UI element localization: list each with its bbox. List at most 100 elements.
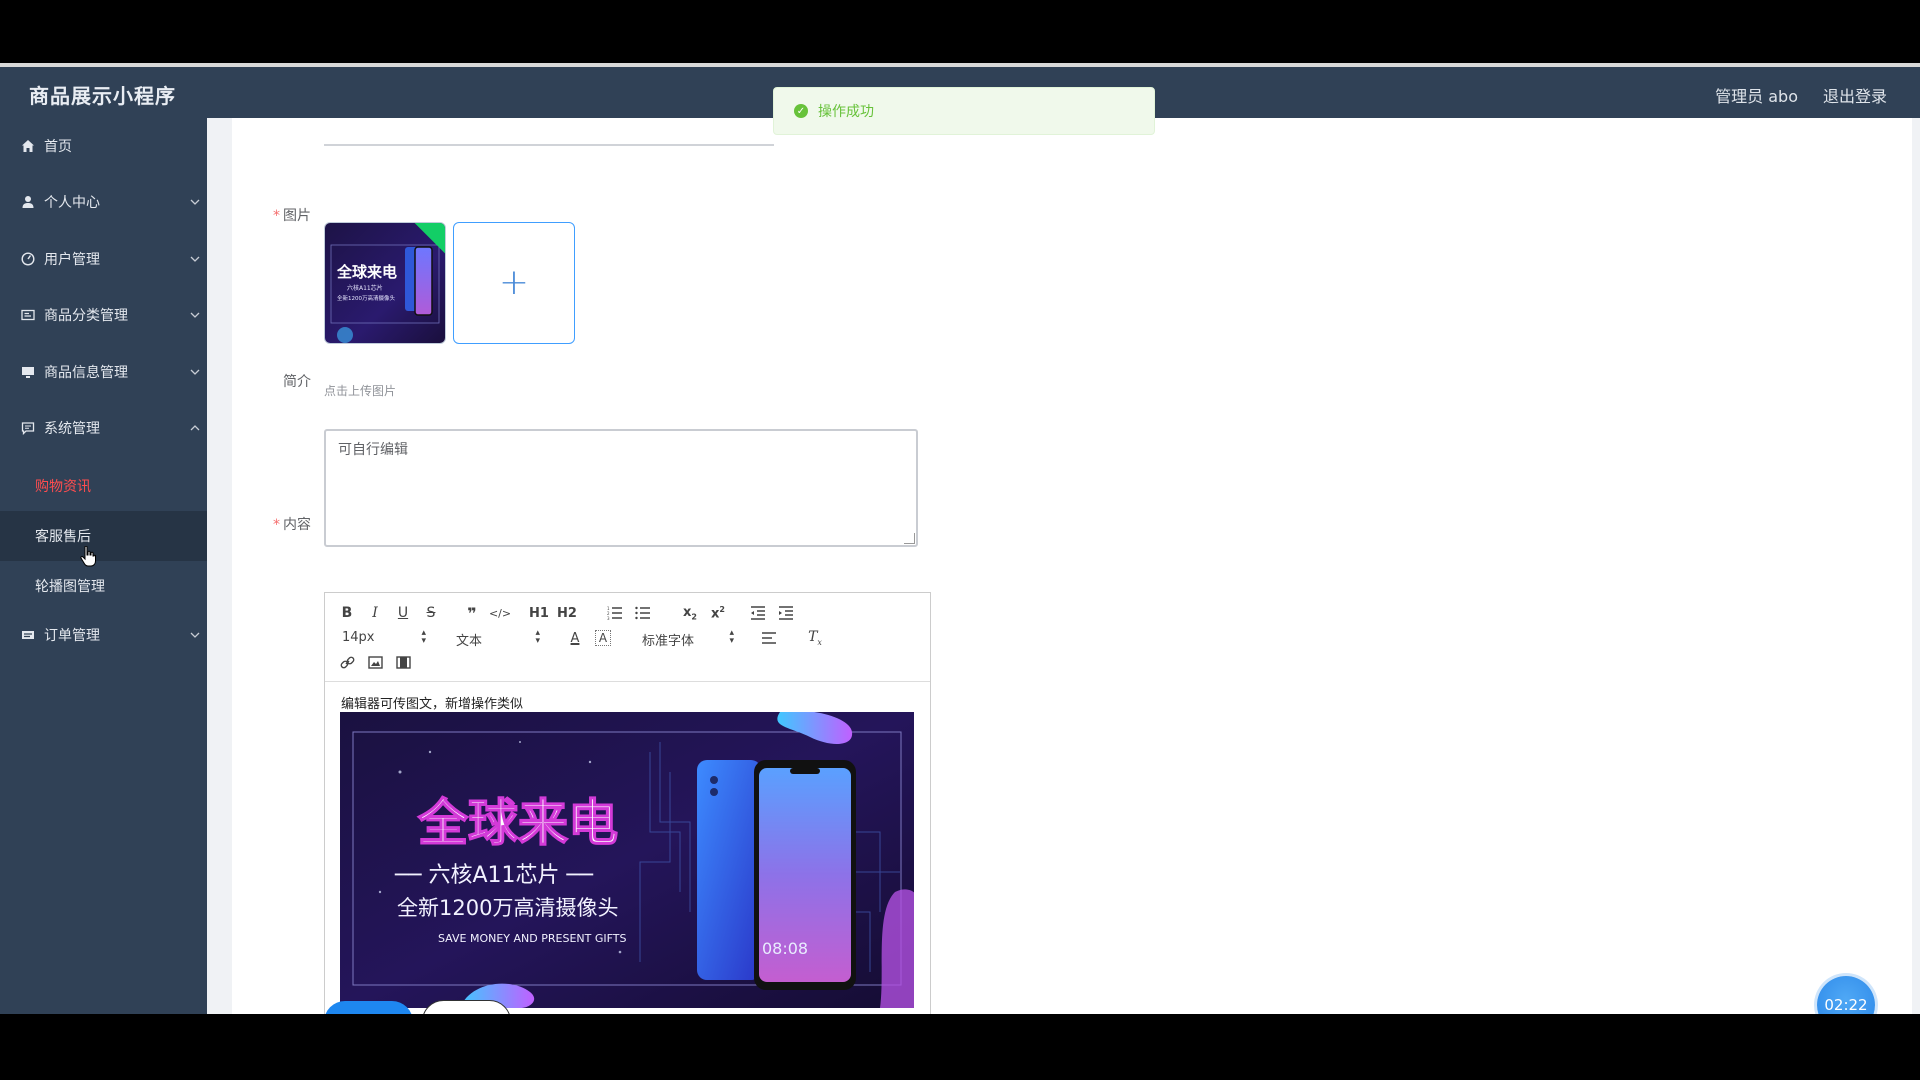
video-icon (395, 655, 411, 669)
indent-icon (779, 606, 793, 620)
subscript-button[interactable]: x2 (681, 604, 699, 622)
thumb-line1: 六核A11芯片 (347, 284, 383, 292)
sidebar-item-label: 订单管理 (44, 628, 100, 644)
banner-phone-time: 08:08 (762, 939, 808, 958)
strikethrough-button[interactable]: S (423, 605, 439, 621)
heading2-button[interactable]: H2 (557, 605, 577, 621)
font-size-select[interactable]: 14px ▴ ▾ (342, 629, 426, 646)
plus-icon: + (498, 262, 530, 303)
sidebar-subitem-shopping-news[interactable]: 购物资讯 (0, 461, 207, 511)
heading2-icon: H2 (557, 605, 577, 621)
ordered-list-button[interactable]: 123 (607, 605, 623, 621)
sidebar-subitem-label: 客服售后 (35, 529, 91, 545)
sidebar-subitem-label: 轮播图管理 (35, 579, 105, 595)
text-type-select[interactable]: 文本 ▴ ▾ (456, 629, 540, 650)
sidebar-item-category-management[interactable]: 商品分类管理 (0, 287, 207, 343)
underline-icon: U (397, 605, 409, 621)
heading1-button[interactable]: H1 (529, 605, 549, 621)
subscript-icon: x2 (683, 604, 697, 622)
upload-tip: 点击上传图片 (324, 384, 397, 398)
outdent-button[interactable] (750, 605, 766, 621)
mouse-cursor-icon (80, 545, 96, 572)
intro-textarea[interactable]: 可自行编辑 (324, 429, 918, 547)
resize-handle[interactable] (904, 533, 915, 544)
superscript-icon: x2 (711, 604, 725, 622)
strikethrough-icon: S (426, 605, 436, 621)
toast-message: 操作成功 (818, 104, 874, 120)
bold-button[interactable]: B (339, 605, 355, 621)
editor-text[interactable]: 编辑器可传图文，新增操作类似 (341, 693, 523, 712)
app-window: 商品展示小程序 管理员 abo 退出登录 首页 个人中心 用户管理 商品分类管理… (0, 67, 1920, 1014)
video-button[interactable] (395, 654, 411, 670)
cancel-button[interactable]: 取消 (422, 1000, 511, 1014)
image-upload-button[interactable]: + (453, 222, 575, 344)
link-icon (340, 656, 354, 668)
editor-toolbar: B I U S ❞ </> H1 H2 123 x2 x2 14px ▴ ▾ 文… (325, 593, 930, 682)
banner-line3: SAVE MONEY AND PRESENT GIFTS (438, 932, 626, 945)
sidebar-item-label: 系统管理 (44, 421, 100, 437)
font-size-value: 14px (342, 630, 375, 645)
indent-button[interactable] (778, 605, 794, 621)
align-button[interactable] (761, 630, 777, 646)
required-mark: * (273, 517, 280, 533)
submit-button[interactable]: 提交 (324, 1001, 413, 1014)
previous-field-underline (324, 144, 774, 146)
select-arrows-icon: ▴ ▾ (729, 628, 734, 646)
sidebar-item-home[interactable]: 首页 (0, 118, 207, 174)
intro-text: 可自行编辑 (338, 442, 408, 458)
category-icon (20, 307, 36, 323)
content-label: * 内容 (273, 517, 311, 533)
sidebar-item-label: 用户管理 (44, 252, 100, 268)
quote-icon: ❞ (467, 603, 477, 623)
bullet-list-button[interactable] (635, 605, 651, 621)
image-button[interactable] (367, 654, 383, 670)
sidebar-item-system-management[interactable]: 系统管理 (0, 400, 207, 456)
current-user-label: 管理员 abo (1715, 87, 1798, 106)
outdent-icon (751, 606, 765, 620)
sidebar-subitem-carousel-management[interactable]: 轮播图管理 (0, 561, 207, 611)
sidebar-item-product-management[interactable]: 商品信息管理 (0, 344, 207, 400)
clear-format-button[interactable]: Tx (807, 629, 823, 647)
font-color-button[interactable]: A (567, 630, 583, 646)
user-icon (20, 194, 36, 210)
superscript-button[interactable]: x2 (709, 605, 727, 621)
font-color-icon: A (570, 630, 580, 646)
banner-headline: 全球来电 (417, 794, 618, 852)
order-icon (20, 627, 36, 643)
app-title: 商品展示小程序 (29, 84, 176, 108)
banner-line1: ── 六核A11芯片 ── (394, 863, 594, 888)
bold-icon: B (341, 605, 353, 621)
sidebar-item-order-management[interactable]: 订单管理 (0, 607, 207, 663)
code-icon: </> (488, 606, 512, 620)
home-icon (20, 138, 36, 154)
editor-banner-image[interactable]: 08:08 全球来电 ── 六核A11芯片 ── 全新1200万高清摄像头 SA… (340, 712, 914, 1008)
link-button[interactable] (339, 654, 355, 670)
sidebar-item-user-management[interactable]: 用户管理 (0, 231, 207, 287)
background-color-button[interactable]: A (595, 630, 611, 646)
chevron-down-icon (190, 627, 200, 643)
sidebar-item-profile[interactable]: 个人中心 (0, 174, 207, 230)
blockquote-button[interactable]: ❞ (463, 603, 481, 623)
ordered-list-icon: 123 (607, 606, 622, 620)
sidebar-item-label: 商品分类管理 (44, 308, 128, 324)
sidebar: 首页 个人中心 用户管理 商品分类管理 商品信息管理 系统管理 购物资讯 客服售… (0, 118, 207, 1014)
letterbox-top (0, 0, 1920, 63)
thumb-line2: 全新1200万高清摄像头 (337, 294, 395, 302)
italic-button[interactable]: I (367, 605, 383, 621)
sidebar-item-label: 个人中心 (44, 195, 100, 211)
uploaded-image-thumbnail[interactable]: 全球来电 六核A11芯片 全新1200万高清摄像头 ✓ (324, 222, 446, 344)
rich-text-editor: B I U S ❞ </> H1 H2 123 x2 x2 14px ▴ ▾ 文… (324, 592, 931, 1014)
success-toast: ✓ 操作成功 (773, 87, 1155, 135)
monitor-icon (20, 364, 36, 380)
chevron-up-icon (190, 420, 200, 436)
italic-icon: I (372, 605, 378, 621)
font-family-select[interactable]: 标准字体 ▴ ▾ (642, 628, 734, 650)
chevron-down-icon (190, 251, 200, 267)
code-block-button[interactable]: </> (488, 605, 512, 621)
underline-button[interactable]: U (395, 605, 411, 621)
banner-line2: 全新1200万高清摄像头 (397, 896, 618, 920)
sidebar-subitem-customer-service[interactable]: 客服售后 (0, 511, 207, 561)
background-color-icon: A (598, 631, 608, 645)
logout-link[interactable]: 退出登录 (1823, 83, 1887, 107)
letterbox-bottom (0, 1014, 1920, 1080)
